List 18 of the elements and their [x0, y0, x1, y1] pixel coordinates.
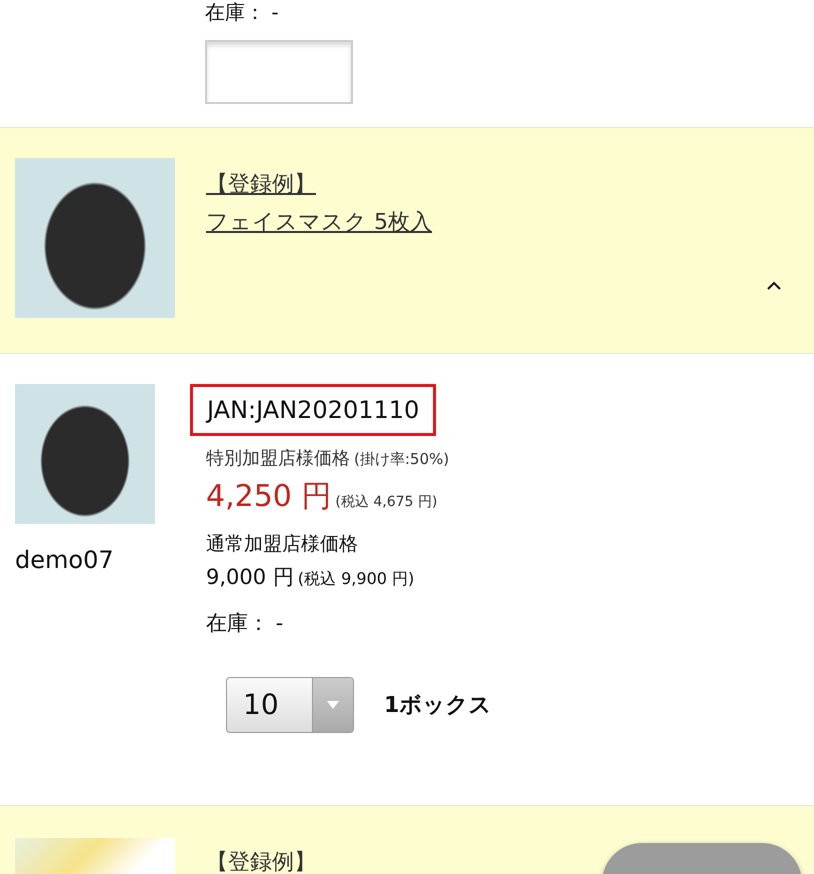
dropdown-icon	[326, 700, 340, 710]
price-label: 通常加盟店様価格	[206, 532, 358, 557]
price-label: 特別加盟店様価格	[206, 447, 350, 470]
normal-price: 9,000 円	[206, 564, 294, 591]
special-price: 4,250 円	[206, 478, 332, 516]
product-code: demo07	[15, 546, 115, 574]
product-title: 【登録例】	[206, 849, 316, 874]
quantity-input[interactable]	[205, 40, 353, 104]
stock-text: 在庫： -	[205, 0, 280, 26]
quantity-select[interactable]: 10	[226, 677, 354, 733]
stock-text: 在庫： -	[206, 610, 284, 637]
chevron-icon[interactable]	[766, 280, 782, 290]
unit-text: 1ボックス	[384, 692, 492, 720]
rate-text: (掛け率:50%)	[354, 450, 450, 469]
tax-text: (税込 4,675 円)	[335, 493, 438, 511]
jan-code: JAN:JAN20201110	[190, 384, 436, 436]
tax-text: (税込 9,900 円)	[298, 569, 414, 590]
product-link[interactable]: 【登録例】 フェイスマスク 5枚入	[206, 166, 432, 242]
